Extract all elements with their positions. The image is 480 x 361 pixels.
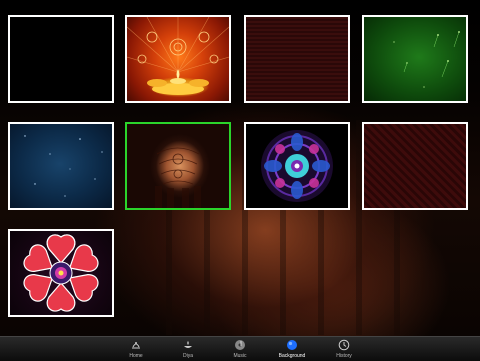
blue-stars-artwork [24, 135, 103, 197]
background-option-rangoli-hearts[interactable] [8, 229, 114, 317]
background-option-green-sparkle[interactable] [362, 15, 468, 103]
tab-music-label: Music [233, 353, 247, 359]
tab-history-label: History [336, 353, 352, 359]
tab-music[interactable]: Music [214, 337, 266, 361]
background-icon [287, 340, 297, 350]
henna-hands-artwork [155, 147, 201, 208]
clock-icon [338, 339, 350, 351]
background-option-red-pattern[interactable] [362, 122, 468, 210]
tab-diya-label: Diya [182, 353, 193, 359]
diya-icon [184, 341, 192, 348]
diya-sunburst-artwork [127, 17, 229, 95]
tab-bar: Home Diya Music Background History [0, 336, 480, 361]
tab-history[interactable]: History [318, 337, 370, 361]
tab-home[interactable]: Home [110, 337, 162, 361]
background-option-dark-red[interactable] [244, 15, 350, 103]
background-option-henna-hands[interactable] [125, 122, 231, 210]
background-option-black[interactable] [8, 15, 114, 103]
tab-diya[interactable]: Diya [162, 337, 214, 361]
heart-rangoli-artwork [23, 234, 99, 312]
mandala-artwork [261, 130, 333, 202]
music-icon [235, 340, 245, 350]
tab-background[interactable]: Background [266, 337, 318, 361]
background-option-rangoli-mandala[interactable] [244, 122, 350, 210]
home-icon [132, 342, 140, 349]
green-sparkle-artwork [393, 31, 460, 88]
background-option-blue-stars[interactable] [8, 122, 114, 210]
tab-home-label: Home [129, 353, 143, 359]
background-option-diya-orange[interactable] [125, 15, 231, 103]
tab-background-label: Background [278, 353, 306, 359]
